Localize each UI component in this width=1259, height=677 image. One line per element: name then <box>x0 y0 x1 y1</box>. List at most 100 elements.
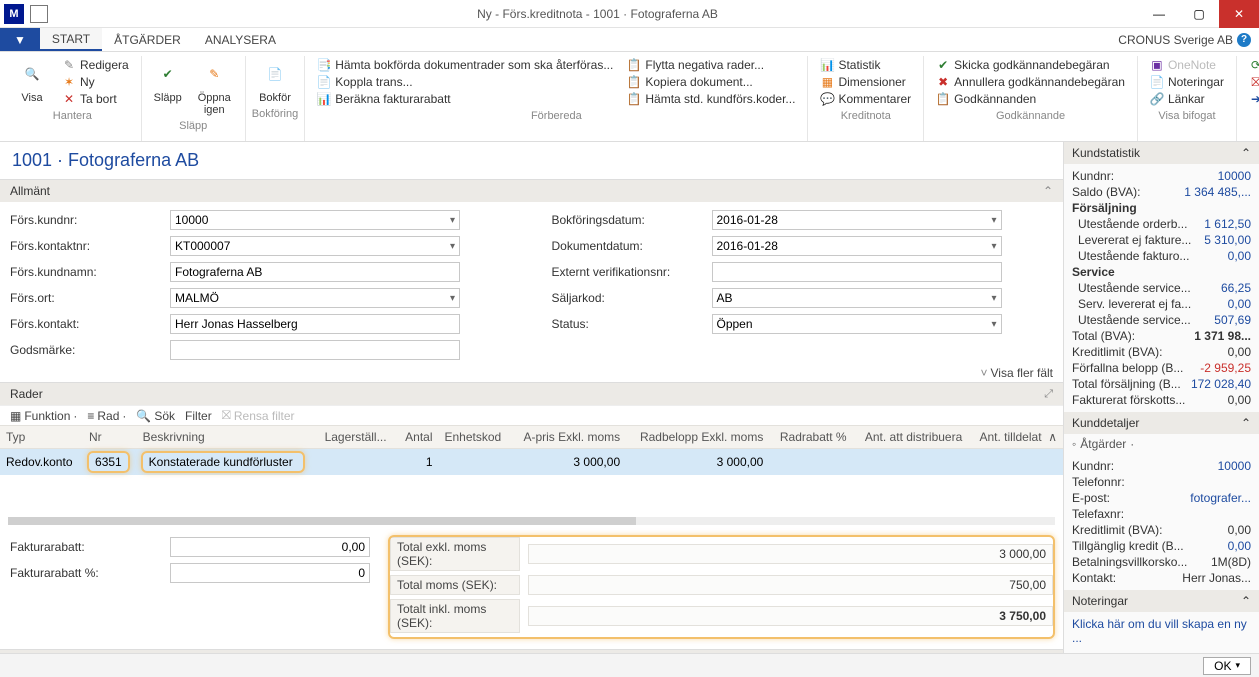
kunddetaljer-header[interactable]: Kunddetaljer⌃ <box>1064 412 1259 434</box>
oppna-igen-button[interactable]: ✎ Öppna igen <box>190 56 239 118</box>
dimensioner-button[interactable]: ▦Dimensioner <box>816 74 915 90</box>
visa-button[interactable]: 🔍 Visa <box>10 56 54 106</box>
tab-atgarder[interactable]: ÅTGÄRDER <box>102 28 193 51</box>
slapp-button[interactable]: ✔ Släpp <box>148 56 188 106</box>
rp-kundnr[interactable]: 10000 <box>1218 169 1251 183</box>
skicka-godkannande-button[interactable]: ✔Skicka godkännandebegäran <box>932 57 1129 73</box>
col-beskrivning[interactable]: Beskrivning <box>137 426 319 449</box>
ok-button[interactable]: OK ▾ <box>1203 657 1251 675</box>
filter-menu[interactable]: Filter <box>185 409 212 423</box>
funktion-menu[interactable]: ▦ Funktion · <box>10 409 77 423</box>
close-button[interactable]: ✕ <box>1219 0 1259 28</box>
status-input[interactable]: Öppen▾ <box>712 314 1002 334</box>
besk-cell[interactable]: Konstaterade kundförluster <box>143 453 303 471</box>
externt-input[interactable] <box>712 262 1002 282</box>
std-icon: 📋 <box>627 92 641 106</box>
col-apris[interactable]: A-pris Exkl. moms <box>511 426 626 449</box>
kontaktnr-input[interactable]: KT000007▾ <box>170 236 460 256</box>
tabort-button[interactable]: ✕Ta bort <box>58 91 133 107</box>
hamta-std-button[interactable]: 📋Hämta std. kundförs.koder... <box>623 91 799 107</box>
fakturarabatt-input[interactable]: 0,00 <box>170 537 370 557</box>
col-lagerstall[interactable]: Lagerställ... <box>319 426 397 449</box>
col-radbelopp[interactable]: Radbelopp Exkl. moms <box>626 426 769 449</box>
noteringar-button[interactable]: 📄Noteringar <box>1146 74 1228 90</box>
koppla-trans-button[interactable]: 📄Koppla trans... <box>313 74 617 90</box>
cancel-approval-icon: ✖ <box>936 75 950 89</box>
send-approval-icon: ✔ <box>936 58 950 72</box>
godsmarke-input[interactable] <box>170 340 460 360</box>
dropdown-icon[interactable]: ▾ <box>450 241 455 252</box>
view-icon: 🔍 <box>16 58 48 90</box>
kopiera-dokument-button[interactable]: 📋Kopiera dokument... <box>623 74 799 90</box>
col-typ[interactable]: Typ <box>0 426 83 449</box>
saljarkod-input[interactable]: AB▾ <box>712 288 1002 308</box>
statistik-button[interactable]: 📊Statistik <box>816 57 915 73</box>
noteringar-header[interactable]: Noteringar⌃ <box>1064 590 1259 612</box>
lankar-button[interactable]: 🔗Länkar <box>1146 91 1228 107</box>
ny-button[interactable]: ✶Ny <box>58 74 133 90</box>
fasttab-allmant-header[interactable]: Allmänt ⌃ <box>0 179 1063 202</box>
godkannanden-button[interactable]: 📋Godkännanden <box>932 91 1129 107</box>
redigera-button[interactable]: ✎Redigera <box>58 57 133 73</box>
onenote-button[interactable]: ▣OneNote <box>1146 57 1228 73</box>
show-more-fields[interactable]: ˅ Visa fler fält <box>0 364 1063 382</box>
atgarder-menu[interactable]: ◦ Åtgärder · <box>1064 434 1259 454</box>
forbereda-group-label: Förbereda <box>311 108 801 126</box>
kommentarer-button[interactable]: 💬Kommentarer <box>816 91 915 107</box>
kundstatistik-header[interactable]: Kundstatistik⌃ <box>1064 142 1259 164</box>
tab-analysera[interactable]: ANALYSERA <box>193 28 288 51</box>
rad-menu[interactable]: ≡ Rad · <box>87 409 126 423</box>
sok-menu[interactable]: 🔍 Sök <box>136 409 175 423</box>
dropdown-icon[interactable]: ▾ <box>991 241 996 252</box>
hamta-bokforda-button[interactable]: 📑Hämta bokförda dokumentrader som ska åt… <box>313 57 617 73</box>
sida-group-label: Sida <box>1243 108 1259 126</box>
stats-icon: 📊 <box>820 58 834 72</box>
bokfor-button[interactable]: 📄 Bokför <box>253 56 297 106</box>
ga-till-button[interactable]: ➔Gå till <box>1245 91 1259 107</box>
kontakt-input[interactable]: Herr Jonas Hasselberg <box>170 314 460 334</box>
col-enhetskod[interactable]: Enhetskod <box>439 426 512 449</box>
col-antal[interactable]: Antal <box>397 426 439 449</box>
refresh-icon: ⟳ <box>1249 58 1259 72</box>
dokdatum-input[interactable]: 2016-01-28▾ <box>712 236 1002 256</box>
annullera-godkannande-button[interactable]: ✖Annullera godkännandebegäran <box>932 74 1129 90</box>
company-banner: CRONUS Sverige AB ? <box>1110 28 1259 51</box>
col-nr[interactable]: Nr <box>83 426 137 449</box>
minimize-button[interactable]: — <box>1139 0 1179 28</box>
col-tilldelat[interactable]: Ant. tilldelat ∧ <box>968 426 1063 449</box>
dropdown-icon[interactable]: ▾ <box>991 215 996 226</box>
dropdown-icon[interactable]: ▾ <box>450 293 455 304</box>
new-icon: ✶ <box>62 75 76 89</box>
flytta-negativa-button[interactable]: 📋Flytta negativa rader... <box>623 57 799 73</box>
fakturarabatt-pct-input[interactable]: 0 <box>170 563 370 583</box>
help-icon[interactable]: ? <box>1237 33 1251 47</box>
dropdown-icon[interactable]: ▾ <box>991 319 996 330</box>
rp-saldo[interactable]: 1 364 485,... <box>1184 185 1251 199</box>
bokdatum-input[interactable]: 2016-01-28▾ <box>712 210 1002 230</box>
window-title: Ny - Förs.kreditnota - 1001 · Fotografer… <box>477 7 718 21</box>
file-tab[interactable]: ▼ <box>0 28 40 51</box>
lines-scrollbar[interactable] <box>8 517 1055 525</box>
rensa-filter-button[interactable]: ⛝Rensa filter <box>1245 74 1259 90</box>
total-moms-label: Total moms (SEK): <box>390 575 520 595</box>
tab-start[interactable]: START <box>40 28 102 51</box>
visa-bifogat-group-label: Visa bifogat <box>1144 108 1230 126</box>
col-antatt[interactable]: Ant. att distribuera <box>853 426 969 449</box>
dropdown-icon[interactable]: ▾ <box>991 293 996 304</box>
col-radrabatt[interactable]: Radrabatt % <box>769 426 852 449</box>
expand-icon[interactable]: ⤢ <box>1044 388 1053 401</box>
new-note-link[interactable]: Klicka här om du vill skapa en ny ... <box>1072 617 1251 645</box>
uppdatera-button[interactable]: ⟳Uppdatera <box>1245 57 1259 73</box>
kundnamn-input[interactable]: Fotograferna AB <box>170 262 460 282</box>
kundnr-input[interactable]: 10000▾ <box>170 210 460 230</box>
fasttab-fakturering[interactable]: Fakturering 10000 1M(8D) 2016-01-28 ˅ <box>0 649 1063 653</box>
table-row[interactable]: Redov.konto 6351 Konstaterade kundförlus… <box>0 449 1063 476</box>
rensa-filter-menu[interactable]: ⛝ Rensa filter <box>222 408 295 423</box>
nr-cell[interactable]: 6351 <box>89 453 128 471</box>
fasttab-rader-header[interactable]: Rader ⤢ <box>0 382 1063 405</box>
dropdown-icon[interactable]: ▾ <box>450 215 455 226</box>
berakna-rabatt-button[interactable]: 📊Beräkna fakturarabatt <box>313 91 617 107</box>
maximize-button[interactable]: ▢ <box>1179 0 1219 28</box>
ort-input[interactable]: MALMÖ▾ <box>170 288 460 308</box>
clear-filter-icon: ⛝ <box>1249 75 1259 89</box>
